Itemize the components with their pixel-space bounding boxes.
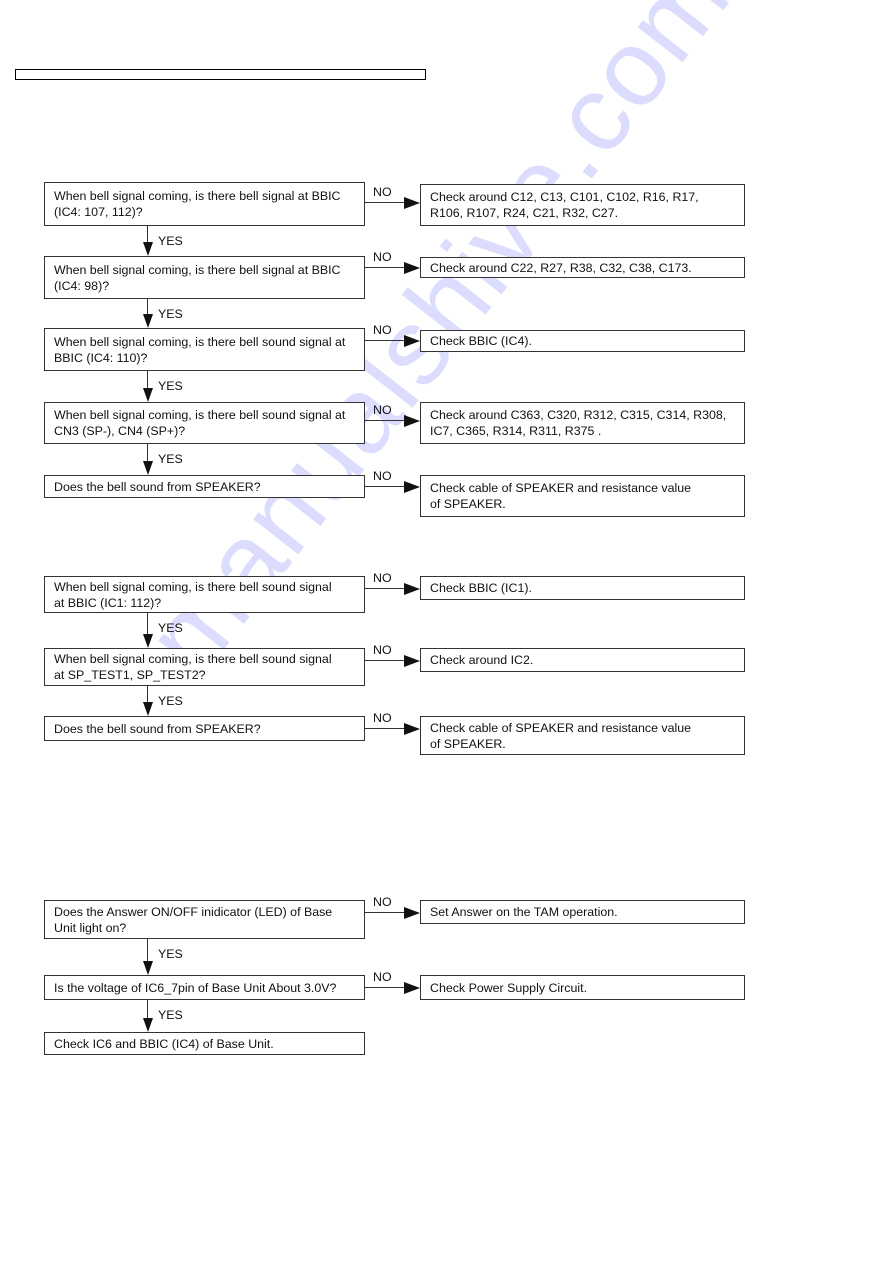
- arrow-right-icon: [404, 583, 420, 595]
- no-label: NO: [373, 970, 392, 984]
- question-box: When bell signal coming, is there bell s…: [44, 648, 365, 686]
- arrow-right-icon: [404, 197, 420, 209]
- question-box: When bell signal coming, is there bell s…: [44, 328, 365, 371]
- action-box: Check around C22, R27, R38, C32, C38, C1…: [420, 257, 745, 278]
- no-connector-line: [365, 588, 406, 590]
- arrow-right-icon: [404, 982, 420, 994]
- arrow-down-icon: [143, 961, 153, 975]
- no-label: NO: [373, 895, 392, 909]
- arrow-down-icon: [143, 461, 153, 475]
- action-text: Check around C22, R27, R38, C32, C38, C1…: [430, 260, 692, 275]
- no-label: NO: [373, 643, 392, 657]
- question-text: Is the voltage of IC6_7pin of Base Unit …: [54, 980, 337, 995]
- no-connector-line: [365, 486, 406, 488]
- no-label: NO: [373, 469, 392, 483]
- question-text: Check IC6 and BBIC (IC4) of Base Unit.: [54, 1036, 274, 1051]
- no-connector-line: [365, 987, 406, 989]
- action-text: Check around C363, C320, R312, C315, C31…: [430, 408, 727, 438]
- question-box: Does the bell sound from SPEAKER?: [44, 716, 365, 741]
- action-text: Set Answer on the TAM operation.: [430, 905, 618, 919]
- question-text: When bell signal coming, is there bell s…: [54, 652, 332, 682]
- action-box: Check around C363, C320, R312, C315, C31…: [420, 402, 745, 444]
- action-box: Set Answer on the TAM operation.: [420, 900, 745, 924]
- question-text: Does the bell sound from SPEAKER?: [54, 721, 261, 736]
- no-connector-line: [365, 267, 406, 269]
- no-connector-line: [365, 202, 406, 204]
- question-text: When bell signal coming, is there bell s…: [54, 579, 332, 610]
- arrow-right-icon: [404, 262, 420, 274]
- arrow-down-icon: [143, 1018, 153, 1032]
- no-connector-line: [365, 912, 406, 914]
- question-box: Does the bell sound from SPEAKER?: [44, 475, 365, 498]
- question-box: Check IC6 and BBIC (IC4) of Base Unit.: [44, 1032, 365, 1055]
- yes-label: YES: [158, 621, 183, 635]
- arrow-down-icon: [143, 314, 153, 328]
- no-connector-line: [365, 728, 406, 730]
- action-text: Check around IC2.: [430, 653, 534, 667]
- action-text: Check around C12, C13, C101, C102, R16, …: [430, 190, 699, 220]
- no-label: NO: [373, 323, 392, 337]
- action-text: Check cable of SPEAKER and resistance va…: [430, 481, 692, 511]
- action-box: Check around C12, C13, C101, C102, R16, …: [420, 184, 745, 226]
- yes-label: YES: [158, 234, 183, 248]
- arrow-right-icon: [404, 335, 420, 347]
- action-text: Check BBIC (IC1).: [430, 581, 532, 595]
- action-box: Check BBIC (IC4).: [420, 330, 745, 352]
- arrow-down-icon: [143, 242, 153, 256]
- yes-label: YES: [158, 307, 183, 321]
- question-box: When bell signal coming, is there bell s…: [44, 256, 365, 299]
- arrow-right-icon: [404, 723, 420, 735]
- question-text: Does the bell sound from SPEAKER?: [54, 479, 261, 494]
- yes-label: YES: [158, 1008, 183, 1022]
- action-box: Check around IC2.: [420, 648, 745, 672]
- action-text: Check BBIC (IC4).: [430, 334, 532, 348]
- no-label: NO: [373, 403, 392, 417]
- question-text: When bell signal coming, is there bell s…: [54, 189, 341, 219]
- arrow-down-icon: [143, 388, 153, 402]
- yes-label: YES: [158, 379, 183, 393]
- header-box: [15, 69, 426, 80]
- action-text: Check Power Supply Circuit.: [430, 980, 588, 995]
- yes-label: YES: [158, 452, 183, 466]
- action-box: Check cable of SPEAKER and resistance va…: [420, 716, 745, 755]
- question-box: When bell signal coming, is there bell s…: [44, 576, 365, 613]
- yes-connector-line: [147, 613, 149, 636]
- yes-connector-line: [147, 939, 149, 963]
- question-box: Does the Answer ON/OFF inidicator (LED) …: [44, 900, 365, 939]
- no-label: NO: [373, 711, 392, 725]
- no-connector-line: [365, 340, 406, 342]
- question-box: Is the voltage of IC6_7pin of Base Unit …: [44, 975, 365, 1000]
- question-box: When bell signal coming, is there bell s…: [44, 182, 365, 226]
- question-text: When bell signal coming, is there bell s…: [54, 262, 341, 293]
- no-label: NO: [373, 250, 392, 264]
- question-text: Does the Answer ON/OFF inidicator (LED) …: [54, 904, 333, 935]
- yes-label: YES: [158, 694, 183, 708]
- question-text: When bell signal coming, is there bell s…: [54, 334, 346, 365]
- yes-connector-line: [147, 1000, 149, 1020]
- action-box: Check cable of SPEAKER and resistance va…: [420, 475, 745, 517]
- arrow-right-icon: [404, 481, 420, 493]
- arrow-down-icon: [143, 702, 153, 716]
- no-label: NO: [373, 185, 392, 199]
- question-box: When bell signal coming, is there bell s…: [44, 402, 365, 444]
- action-box: Check BBIC (IC1).: [420, 576, 745, 600]
- no-connector-line: [365, 420, 406, 422]
- arrow-down-icon: [143, 634, 153, 648]
- question-text: When bell signal coming, is there bell s…: [54, 408, 346, 438]
- arrow-right-icon: [404, 907, 420, 919]
- no-connector-line: [365, 660, 406, 662]
- no-label: NO: [373, 571, 392, 585]
- yes-label: YES: [158, 947, 183, 961]
- action-text: Check cable of SPEAKER and resistance va…: [430, 720, 692, 751]
- arrow-right-icon: [404, 415, 420, 427]
- arrow-right-icon: [404, 655, 420, 667]
- action-box: Check Power Supply Circuit.: [420, 975, 745, 1000]
